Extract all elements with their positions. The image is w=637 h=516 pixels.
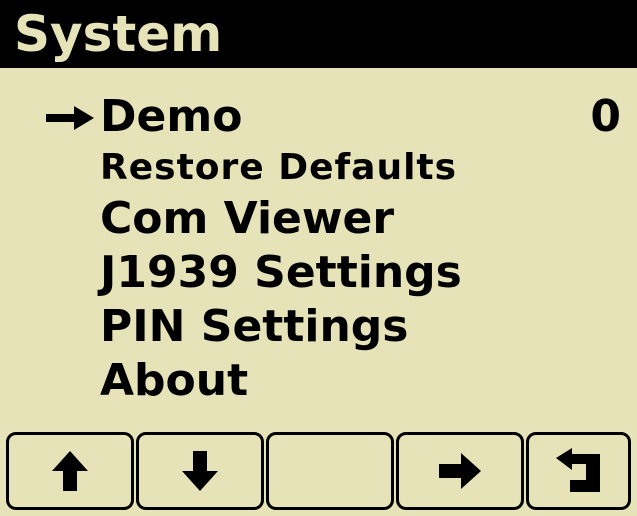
menu-item-restore-defaults[interactable]: Restore Defaults bbox=[0, 142, 637, 190]
menu-item-demo[interactable]: Demo 0 bbox=[0, 88, 637, 142]
menu-item-label: J1939 Settings bbox=[100, 247, 462, 298]
arrow-down-icon bbox=[182, 451, 218, 491]
menu-item-label: PIN Settings bbox=[100, 301, 409, 352]
title-bar: System bbox=[0, 0, 637, 68]
softkey-back-button[interactable] bbox=[526, 432, 631, 510]
softkey-enter-button[interactable] bbox=[396, 432, 524, 510]
menu-item-label: About bbox=[100, 355, 249, 406]
system-menu-screen: System Demo 0 Restore Defaults Com Viewe… bbox=[0, 0, 637, 516]
menu-item-label: Com Viewer bbox=[100, 193, 395, 244]
menu-item-label: Restore Defaults bbox=[100, 147, 458, 188]
arrow-right-icon bbox=[439, 453, 481, 489]
screen-title: System bbox=[14, 5, 223, 63]
menu-item-value: 0 bbox=[590, 91, 621, 142]
arrow-up-icon bbox=[52, 451, 88, 491]
menu-item-about[interactable]: About bbox=[0, 352, 637, 406]
selection-arrow-icon bbox=[46, 106, 94, 130]
softkey-up-button[interactable] bbox=[6, 432, 134, 510]
menu-item-pin-settings[interactable]: PIN Settings bbox=[0, 298, 637, 352]
softkey-down-button[interactable] bbox=[136, 432, 264, 510]
menu-item-com-viewer[interactable]: Com Viewer bbox=[0, 190, 637, 244]
softkey-blank-button[interactable] bbox=[266, 432, 394, 510]
menu-item-j1939-settings[interactable]: J1939 Settings bbox=[0, 244, 637, 298]
back-return-icon bbox=[555, 448, 600, 492]
menu-list: Demo 0 Restore Defaults Com Viewer J1939… bbox=[0, 88, 637, 406]
softkey-bar bbox=[0, 432, 637, 516]
menu-item-label: Demo bbox=[100, 91, 243, 142]
